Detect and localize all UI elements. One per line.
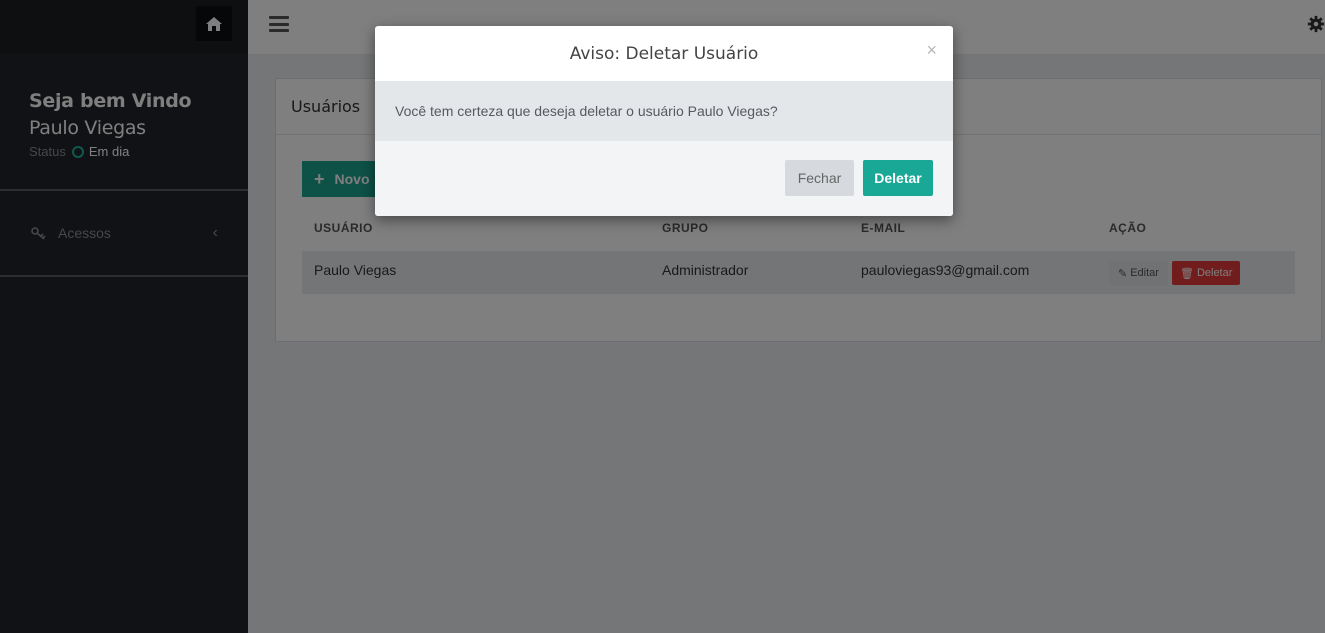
modal-footer: Fechar Deletar [375,141,953,216]
confirm-delete-button[interactable]: Deletar [863,160,933,196]
close-button[interactable]: Fechar [785,160,854,196]
modal-body: Você tem certeza que deseja deletar o us… [375,81,953,141]
modal-message: Você tem certeza que deseja deletar o us… [395,103,778,119]
modal-header: Aviso: Deletar Usuário × [375,26,953,81]
delete-user-modal: Aviso: Deletar Usuário × Você tem certez… [375,26,953,216]
close-icon[interactable]: × [926,40,937,61]
modal-title: Aviso: Deletar Usuário [569,43,759,64]
